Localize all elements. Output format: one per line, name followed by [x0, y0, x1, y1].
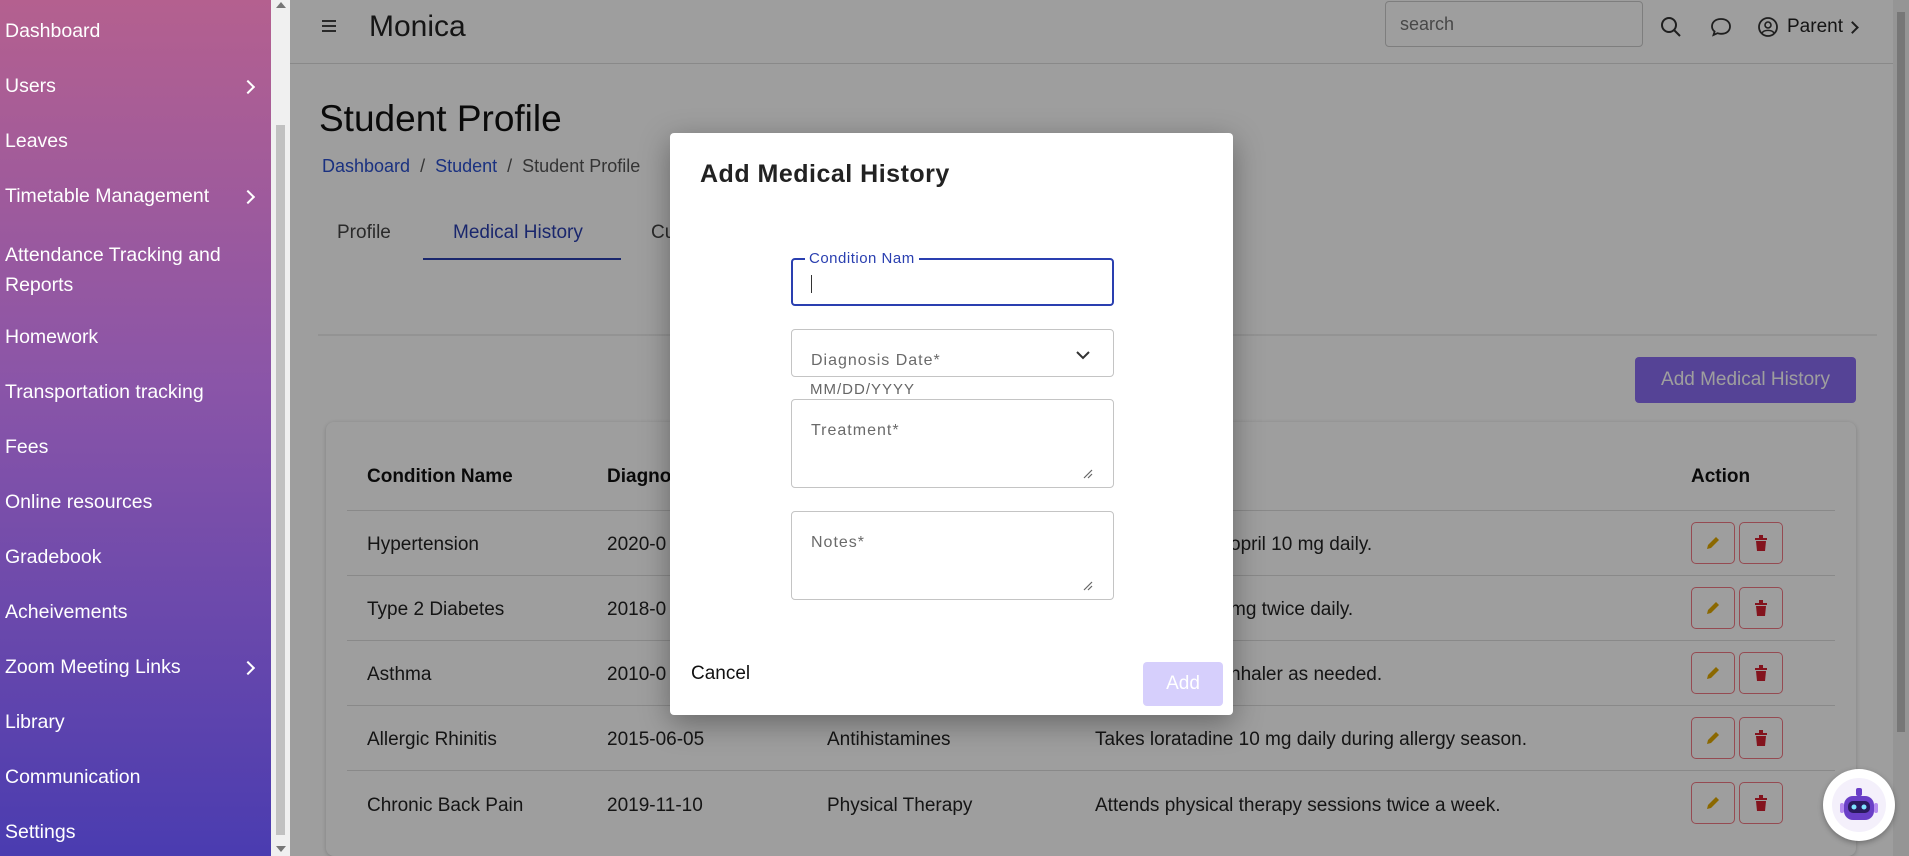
sidebar-item-settings[interactable]: Settings: [5, 821, 259, 844]
text-caret: [811, 275, 812, 293]
sidebar-item-gradebook[interactable]: Gradebook: [5, 546, 259, 569]
sidebar-item-communication[interactable]: Communication: [5, 766, 259, 789]
sidebar-item-leaves[interactable]: Leaves: [5, 130, 259, 153]
sidebar-item-homework[interactable]: Homework: [5, 326, 259, 349]
robot-icon: [1832, 778, 1886, 832]
diagnosis-date-field[interactable]: Diagnosis Date*: [791, 329, 1114, 377]
chevron-right-icon: [240, 79, 256, 94]
sidebar-item-timetable[interactable]: Timetable Management: [5, 185, 259, 208]
add-button[interactable]: Add: [1143, 662, 1223, 706]
notes-field[interactable]: Notes*: [791, 511, 1114, 600]
resize-handle-icon[interactable]: [1083, 469, 1093, 479]
sidebar-item-achievements[interactable]: Acheivements: [5, 601, 259, 624]
sidebar-item-attendance[interactable]: Attendance Tracking and Reports: [5, 240, 235, 300]
notes-placeholder: Notes*: [811, 534, 866, 551]
sidebar-item-users[interactable]: Users: [5, 75, 259, 98]
diagnosis-date-helper: MM/DD/YYYY: [810, 381, 916, 398]
condition-name-label: Condition Nam: [805, 250, 919, 267]
chevron-right-icon: [240, 660, 256, 675]
chevron-down-icon[interactable]: [1075, 350, 1091, 360]
chatbot-button[interactable]: [1823, 769, 1895, 841]
add-medical-history-dialog: Add Medical History Condition Nam Diagno…: [670, 133, 1233, 715]
scroll-up-arrow-icon[interactable]: [276, 2, 286, 8]
scroll-down-arrow-icon[interactable]: [276, 846, 286, 852]
sidebar-scrollbar[interactable]: [271, 0, 290, 856]
sidebar-item-online-resources[interactable]: Online resources: [5, 491, 259, 514]
treatment-placeholder: Treatment*: [811, 422, 900, 439]
sidebar: Dashboard Users Leaves Timetable Managem…: [0, 0, 271, 856]
diagnosis-date-placeholder: Diagnosis Date*: [811, 352, 941, 369]
chevron-right-icon: [240, 189, 256, 204]
sidebar-item-transportation[interactable]: Transportation tracking: [5, 381, 259, 404]
sidebar-item-zoom[interactable]: Zoom Meeting Links: [5, 656, 259, 679]
sidebar-item-dashboard[interactable]: Dashboard: [5, 20, 259, 43]
sidebar-item-fees[interactable]: Fees: [5, 436, 259, 459]
treatment-field[interactable]: Treatment*: [791, 399, 1114, 488]
sidebar-scroll-thumb[interactable]: [276, 125, 285, 835]
resize-handle-icon[interactable]: [1083, 581, 1093, 591]
cancel-button[interactable]: Cancel: [691, 663, 750, 685]
sidebar-item-library[interactable]: Library: [5, 711, 259, 734]
condition-name-field[interactable]: Condition Nam: [791, 250, 1114, 306]
dialog-title: Add Medical History: [700, 160, 950, 188]
